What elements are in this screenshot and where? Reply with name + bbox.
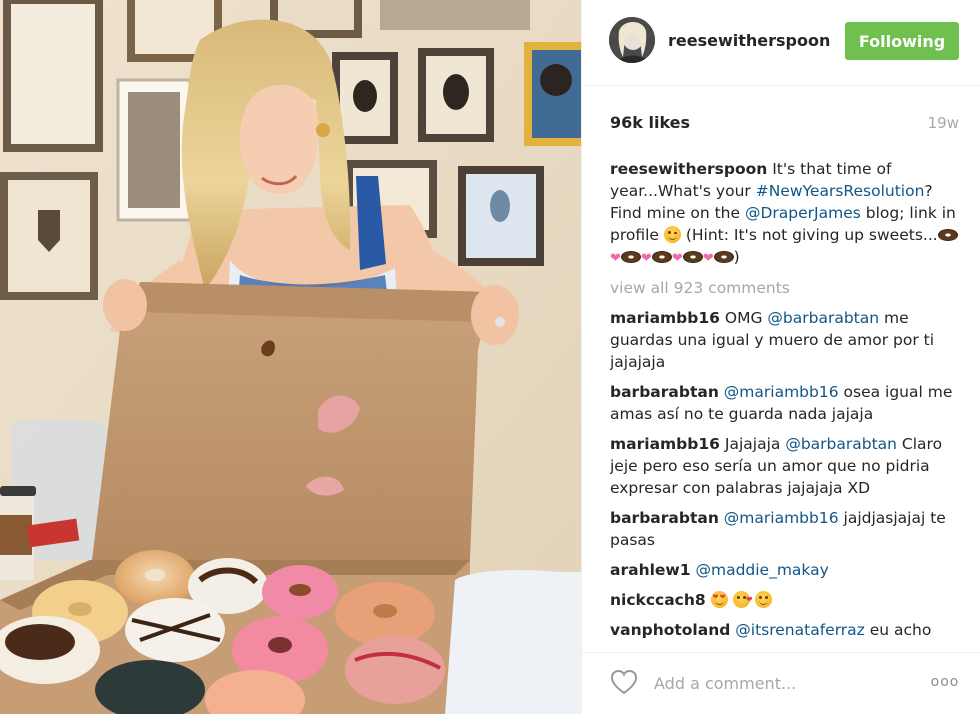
wink-emoji-icon [663, 226, 681, 243]
more-options-button[interactable]: ooo [928, 673, 962, 691]
add-comment-input[interactable] [652, 669, 926, 697]
comments-list: reesewitherspoon It's that time of year.… [610, 158, 960, 638]
caption-text: (Hint: It's not giving up sweets... [685, 226, 938, 244]
comment-item: mariambb16 Jajajaja @barbarabtan Claro j… [610, 433, 960, 499]
donut-emoji-icon [682, 251, 703, 263]
mention-link[interactable]: @mariambb16 [724, 383, 839, 401]
header-username-link[interactable]: reesewitherspoon [668, 31, 830, 50]
heart-emoji-icon: ❤ [640, 251, 652, 266]
avatar-image [609, 17, 655, 63]
mention-link[interactable]: @DraperJames [745, 204, 861, 222]
mention-link[interactable]: @barbarabtan [785, 435, 897, 453]
instagram-post: reesewitherspoon Following 96k likes 19w… [0, 0, 980, 714]
kissing-heart-emoji-icon: ❤ [732, 591, 753, 608]
donut-emoji-icon [937, 229, 958, 241]
comment-username-link[interactable]: nickccach8 [610, 591, 706, 609]
caption: reesewitherspoon It's that time of year.… [610, 158, 960, 270]
comment-username-link[interactable]: barbarabtan [610, 509, 719, 527]
heart-eyes-emoji-icon: ❤ ❤ [710, 591, 728, 608]
post-side-panel: reesewitherspoon Following 96k likes 19w… [581, 0, 980, 714]
mention-link[interactable]: @barbarabtan [767, 309, 879, 327]
likes-count[interactable]: 96k likes [610, 113, 690, 132]
comment-text: eu acho [869, 621, 932, 638]
caption-text: ) [733, 248, 740, 266]
heart-emoji-icon: ❤ [702, 251, 714, 266]
donut-emoji-icon [620, 251, 641, 263]
photo-illustration [0, 0, 581, 714]
comment-username-link[interactable]: vanphotoland [610, 621, 730, 638]
like-button[interactable] [609, 667, 639, 697]
comment-item: barbarabtan @mariambb16 osea igual me am… [610, 381, 960, 425]
caption-username-link[interactable]: reesewitherspoon [610, 160, 767, 178]
post-footer: ooo [582, 652, 980, 714]
following-button[interactable]: Following [845, 22, 959, 60]
post-header: reesewitherspoon Following [582, 0, 980, 86]
comment-item: vanphotoland @itsrenataferraz eu acho [610, 619, 960, 638]
comment-text: OMG [724, 309, 763, 327]
post-meta: 96k likes 19w [610, 113, 959, 135]
heart-emoji-icon: ❤ [610, 251, 621, 266]
donut-emoji-icon [713, 251, 734, 263]
comment-username-link[interactable]: barbarabtan [610, 383, 719, 401]
comment-username-link[interactable]: mariambb16 [610, 435, 720, 453]
heart-emoji-icon: ❤ [671, 251, 683, 266]
comment-item: mariambb16 OMG @barbarabtan me guardas u… [610, 307, 960, 373]
smiling-face-emoji-icon [754, 591, 772, 608]
mention-link[interactable]: @maddie_makay [695, 561, 828, 579]
mention-link[interactable]: @mariambb16 [724, 509, 839, 527]
mention-link[interactable]: @itsrenataferraz [735, 621, 865, 638]
comment-username-link[interactable]: mariambb16 [610, 309, 720, 327]
heart-outline-icon [610, 669, 638, 695]
comment-username-link[interactable]: arahlew1 [610, 561, 691, 579]
profile-avatar[interactable] [609, 17, 655, 63]
comment-item: nickccach8 ❤ ❤ ❤ [610, 589, 960, 611]
view-all-comments-link[interactable]: view all 923 comments [610, 277, 960, 299]
comment-text: Jajajaja [724, 435, 781, 453]
comment-item: arahlew1 @maddie_makay [610, 559, 960, 581]
post-photo[interactable] [0, 0, 581, 714]
donut-emoji-icon [651, 251, 672, 263]
hashtag-link[interactable]: #NewYearsResolution [756, 182, 925, 200]
post-timestamp[interactable]: 19w [928, 114, 959, 132]
comment-item: barbarabtan @mariambb16 jajdjasjajaj te … [610, 507, 960, 551]
